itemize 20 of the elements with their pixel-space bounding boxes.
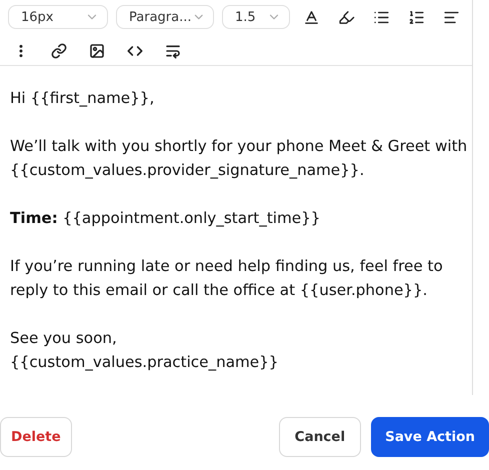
body-text: Time: {{appointment.only_start_time}} [10,208,322,229]
body-text: If you’re running late or need help finding us, feel free to [10,256,444,277]
image-icon[interactable] [89,43,105,59]
body-text: {{custom_values.practice_name}} [10,352,280,373]
body-text: reply to this email or call the office at {{user.phone}}. [10,280,428,301]
cancel-button[interactable]: Cancel [278,417,362,457]
body-text: {{custom_values.provider_signature_name}}. [10,160,366,181]
dropdown[interactable]: Paragra... [116,5,214,29]
link-icon[interactable] [51,43,67,59]
wrap-text-icon[interactable] [165,43,181,59]
dropdown[interactable]: 1.5 [222,5,290,29]
save-action-button[interactable]: Save Action [371,417,489,457]
code-icon[interactable] [127,43,143,59]
body-text: Hi {{first_name}}, [10,88,156,109]
delete-button[interactable]: Delete [0,417,72,457]
body-text: See you soon, [10,328,118,349]
highlighter-icon[interactable] [338,8,355,26]
dropdown[interactable]: 16px [8,5,108,29]
numbered-list-icon[interactable] [408,8,425,26]
text-color-icon[interactable] [303,8,320,26]
